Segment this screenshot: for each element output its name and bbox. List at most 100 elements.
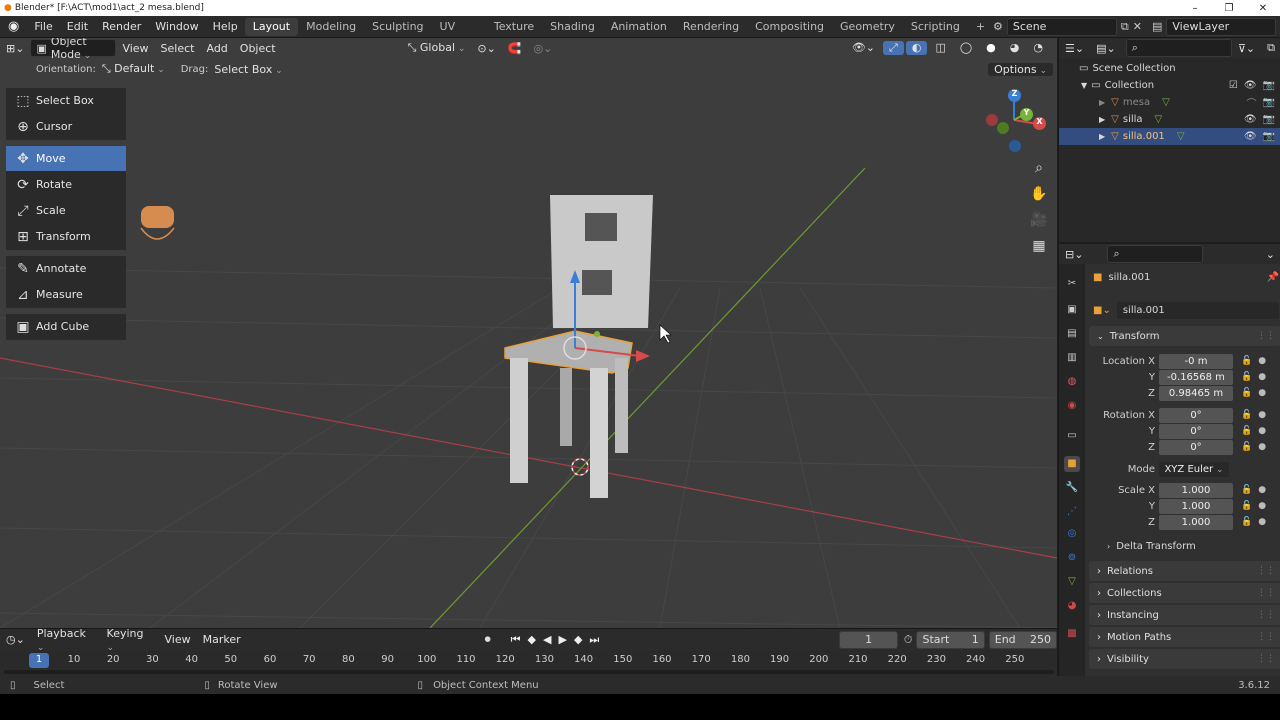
collapse-icon[interactable]: ▼ <box>1081 81 1087 90</box>
camera-view-icon[interactable]: 🎥 <box>1030 212 1047 228</box>
keyframe-dot-icon[interactable]: ● <box>1258 501 1266 511</box>
tab-shading[interactable]: Shading <box>542 18 603 36</box>
tool-rotate[interactable]: ⟳ Rotate <box>6 172 126 198</box>
menu-select[interactable]: Select <box>155 42 201 55</box>
tab-animation[interactable]: Animation <box>603 18 675 36</box>
gizmo-neg-x[interactable] <box>986 114 998 126</box>
orientation-selector[interactable]: ⤡ Default <box>96 62 171 76</box>
chair-object[interactable] <box>504 195 653 498</box>
tool-tab-icon[interactable]: ✂ <box>1064 276 1080 292</box>
navigation-gizmo[interactable]: Z Y X <box>980 86 1050 156</box>
transform-orientation-selector[interactable]: ⤡ Global <box>402 41 472 55</box>
grip-icon[interactable]: ⋮⋮ <box>1257 588 1275 598</box>
instancing-panel-header[interactable]: › Instancing ⋮⋮ <box>1089 605 1280 625</box>
timeline-editor-type-icon[interactable]: ◷⌄ <box>0 633 31 646</box>
jump-end-icon[interactable]: ⏭ <box>589 633 599 647</box>
rotation-z-field[interactable]: 0° <box>1159 439 1233 455</box>
light-object[interactable] <box>140 206 175 240</box>
overlays-icon[interactable]: ◐ <box>905 41 928 55</box>
rotation-x-field[interactable]: 0° <box>1159 407 1233 423</box>
visibility-icon[interactable]: 👁⌄ <box>846 41 881 55</box>
render-icon[interactable]: 📷 <box>1263 114 1275 125</box>
keyframe-dot-icon[interactable]: ● <box>1258 517 1266 527</box>
collection-render-icon[interactable]: 📷 <box>1263 80 1275 91</box>
object-name-field[interactable]: silla.001 <box>1116 301 1279 319</box>
expand-icon[interactable]: ▶ <box>1099 132 1105 141</box>
tool-add-cube[interactable]: ▣ Add Cube <box>6 314 126 340</box>
grip-icon[interactable]: ⋮⋮ <box>1257 610 1275 620</box>
tool-cursor[interactable]: ⊕ Cursor <box>6 114 126 140</box>
properties-search-input[interactable]: ⌕ <box>1107 245 1204 263</box>
tab-uv-editing[interactable]: UV Editing <box>432 18 486 51</box>
render-tab-icon[interactable]: ▣ <box>1064 302 1080 318</box>
lock-icon[interactable]: 🔓 <box>1241 388 1252 398</box>
pivot-point-icon[interactable]: ⊙⌄ <box>471 42 501 55</box>
new-scene-icon[interactable]: ⧉ <box>1121 20 1129 34</box>
scale-x-field[interactable]: 1.000 <box>1159 482 1233 498</box>
filter-icon[interactable]: ⊽⌄ <box>1232 42 1261 55</box>
menu-edit[interactable]: Edit <box>60 20 95 33</box>
maximize-button[interactable]: ❐ <box>1212 3 1246 14</box>
delta-transform-subpanel[interactable]: › Delta Transform <box>1107 541 1196 552</box>
next-keyframe-icon[interactable]: ◆ <box>574 633 582 647</box>
shading-wireframe-icon[interactable]: ◯ <box>954 41 978 55</box>
menu-view[interactable]: View <box>116 42 154 55</box>
menu-playback[interactable]: Playback <box>31 627 101 653</box>
scene-tab-icon[interactable]: ◍ <box>1064 374 1080 390</box>
keyframe-dot-icon[interactable]: ● <box>1258 372 1266 382</box>
particles-tab-icon[interactable]: ⋰ <box>1064 504 1080 520</box>
visibility-icon[interactable]: 👁 <box>1244 114 1257 125</box>
shading-solid-icon[interactable]: ● <box>980 41 1002 55</box>
constraints-tab-icon[interactable]: ⊚ <box>1064 550 1080 566</box>
tab-rendering[interactable]: Rendering <box>675 18 747 36</box>
shading-material-icon[interactable]: ◕ <box>1004 41 1026 55</box>
scale-z-field[interactable]: 1.000 <box>1159 514 1233 530</box>
output-tab-icon[interactable]: ▤ <box>1064 326 1080 342</box>
timeline-ruler[interactable]: 1 10 20 30 40 50 60 70 80 90 100 110 120 130 140 150 160… <box>0 650 1057 676</box>
new-collection-icon[interactable]: ⧉ <box>1261 41 1280 55</box>
minimize-button[interactable]: – <box>1178 3 1212 14</box>
zoom-icon[interactable]: ⌕ <box>1035 160 1043 176</box>
rotation-y-field[interactable]: 0° <box>1159 423 1233 439</box>
start-frame-field[interactable]: Start 1 <box>916 630 985 649</box>
render-icon[interactable]: 📷 <box>1263 131 1275 142</box>
collections-panel-header[interactable]: › Collections ⋮⋮ <box>1089 583 1280 603</box>
material-tab-icon[interactable]: ◕ <box>1064 598 1080 614</box>
location-y-field[interactable]: -0.16568 m <box>1159 369 1233 385</box>
lock-icon[interactable]: 🔓 <box>1241 410 1252 420</box>
transform-panel-header[interactable]: ⌄ Transform ⋮⋮ <box>1089 326 1280 346</box>
collection-tab-icon[interactable]: ▭ <box>1064 428 1080 444</box>
physics-tab-icon[interactable]: ◎ <box>1064 526 1080 542</box>
grip-icon[interactable]: ⋮⋮ <box>1257 566 1275 576</box>
tool-annotate[interactable]: ✎ Annotate <box>6 256 126 282</box>
gizmo-z-axis[interactable]: Z <box>1008 89 1021 102</box>
lock-icon[interactable]: 🔓 <box>1241 426 1252 436</box>
options-button[interactable]: Options <box>988 62 1053 76</box>
gizmo-neg-y[interactable] <box>997 122 1009 134</box>
gizmo-toggle-icon[interactable]: ⤢ <box>883 41 904 55</box>
gizmo-neg-z[interactable] <box>1009 140 1021 152</box>
tab-texture-paint[interactable]: Texture Paint <box>486 18 542 51</box>
visibility-panel-header[interactable]: › Visibility ⋮⋮ <box>1089 649 1280 669</box>
world-tab-icon[interactable]: ◉ <box>1064 398 1080 414</box>
keyframe-dot-icon[interactable]: ● <box>1258 442 1266 452</box>
lock-icon[interactable]: 🔓 <box>1241 356 1252 366</box>
snap-icon[interactable]: 🧲 <box>502 42 528 55</box>
viewport-scene[interactable] <box>0 38 1057 628</box>
scene-selector[interactable]: Scene <box>1006 17 1117 36</box>
menu-object[interactable]: Object <box>234 42 282 55</box>
tab-sculpting[interactable]: Sculpting <box>364 18 431 36</box>
tab-geometry-nodes[interactable]: Geometry Nodes <box>832 18 903 51</box>
play-icon[interactable]: ▶ <box>558 633 566 647</box>
timeline-scrollbar[interactable] <box>4 670 1054 674</box>
move-gizmo-y[interactable] <box>594 331 600 337</box>
tab-modeling[interactable]: Modeling <box>298 18 364 36</box>
outliner-search-input[interactable]: ⌕ <box>1125 39 1232 57</box>
ortho-grid-icon[interactable]: ▦ <box>1032 238 1045 254</box>
lock-icon[interactable]: 🔓 <box>1241 517 1252 527</box>
collection-checkbox[interactable]: ☑ <box>1229 80 1238 91</box>
location-x-field[interactable]: -0 m <box>1159 353 1233 369</box>
keyframe-dot-icon[interactable]: ● <box>1258 410 1266 420</box>
location-z-field[interactable]: 0.98465 m <box>1159 385 1233 401</box>
expand-icon[interactable]: ▶ <box>1099 115 1105 124</box>
